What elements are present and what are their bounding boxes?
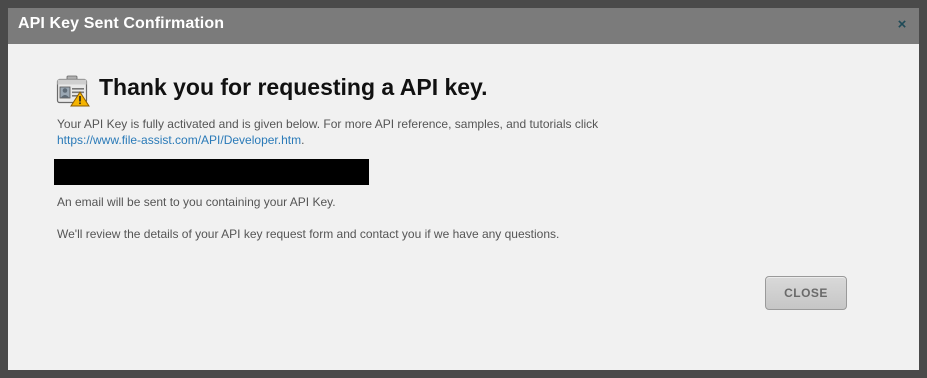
developer-link[interactable]: https://www.file-assist.com/API/Develope… xyxy=(57,133,301,147)
intro-text: Your API Key is fully activated and is g… xyxy=(57,117,599,131)
dialog-title: API Key Sent Confirmation xyxy=(18,15,225,32)
dialog-titlebar: API Key Sent Confirmation × xyxy=(8,8,919,44)
intro-paragraph: Your API Key is fully activated and is g… xyxy=(57,116,598,148)
close-button[interactable]: CLOSE xyxy=(765,276,847,310)
link-suffix: . xyxy=(301,133,305,147)
close-icon[interactable]: × xyxy=(895,17,909,33)
api-key-redacted xyxy=(54,159,369,185)
email-note: An email will be sent to you containing … xyxy=(57,195,336,209)
api-key-dialog: API Key Sent Confirmation × Thank you fo… xyxy=(8,8,919,370)
id-card-warning-icon xyxy=(56,75,90,107)
page-title: Thank you for requesting a API key. xyxy=(99,74,488,100)
review-note: We'll review the details of your API key… xyxy=(57,227,560,241)
